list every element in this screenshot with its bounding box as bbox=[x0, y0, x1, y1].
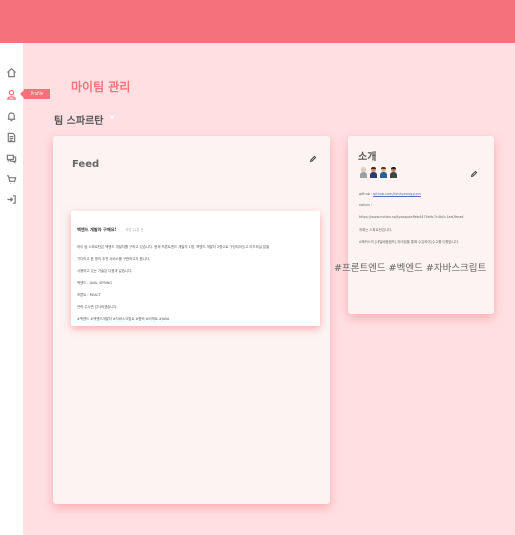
intro-card: 소개 github : github.com/kimhyeongyunn not… bbox=[348, 136, 494, 314]
post-line: 백엔드 : JAVA, SPRING bbox=[77, 281, 112, 285]
feed-label: Feed bbox=[72, 159, 100, 170]
github-line: github : github.com/kimhyeongyunn bbox=[359, 192, 421, 196]
profile-tooltip: Profile bbox=[20, 89, 50, 99]
github-link[interactable]: github.com/kimhyeongyunn bbox=[373, 192, 421, 196]
intro-title: 소개 bbox=[358, 152, 377, 163]
team-name[interactable]: 팀 스파르탄 bbox=[54, 112, 103, 127]
post-line: 하이 팀 스파르탄은 백엔드 개발자를 구하고 있습니다. 현재 프론트엔드 개… bbox=[77, 245, 270, 249]
post-header: 백엔드 개발자 구해요! 작성 12분 전 bbox=[77, 216, 143, 235]
chevron-down-icon[interactable] bbox=[110, 116, 114, 119]
post-line: 기다리고 한 명의 추천 서비스를 구현하고자 합니다. bbox=[77, 257, 151, 261]
avatar[interactable] bbox=[369, 167, 378, 178]
user-icon[interactable] bbox=[6, 89, 17, 100]
avatar[interactable] bbox=[379, 167, 388, 178]
team-hashtags: #프론트엔드 #벡엔드 #자바스크립트 bbox=[334, 263, 487, 274]
notion-link[interactable]: https://www.notion.so/tysoopaeffeb4474a9… bbox=[359, 215, 463, 219]
sidebar bbox=[0, 43, 23, 535]
chat-icon[interactable] bbox=[6, 153, 17, 164]
post-title: 백엔드 개발자 구해요! bbox=[77, 227, 117, 232]
page-title: 마이팀 관리 bbox=[71, 80, 131, 94]
home-icon[interactable] bbox=[6, 67, 17, 78]
post-line: 연락 주시면 감사하겠습니다 bbox=[77, 305, 117, 309]
intro-text: 저희는 스파르탄입니다. bbox=[359, 228, 393, 232]
intro-text: A해커스의 [내일배움캠프] 마이팀을 통해 수강하여(수고를 다했습니다. bbox=[359, 240, 460, 244]
avatar[interactable] bbox=[389, 167, 398, 178]
post-meta: 작성 12분 전 bbox=[125, 228, 144, 232]
pencil-icon[interactable] bbox=[470, 163, 478, 178]
member-avatars bbox=[359, 167, 399, 178]
post-line: 프론트 : REACT bbox=[77, 293, 101, 297]
pencil-icon[interactable] bbox=[309, 148, 317, 163]
bell-icon[interactable] bbox=[6, 111, 17, 122]
document-icon[interactable] bbox=[6, 132, 17, 143]
notion-label: notion : bbox=[359, 203, 372, 207]
github-label: github : bbox=[359, 192, 374, 196]
feed-post[interactable]: 백엔드 개발자 구해요! 작성 12분 전 하이 팀 스파르탄은 백엔드 개발자… bbox=[71, 211, 320, 326]
cart-icon[interactable] bbox=[6, 174, 17, 185]
top-bar bbox=[0, 0, 515, 43]
post-hashtags: #백엔드 #백엔드개발자 #자바스크립트 #협력 #리액트 #JAVA bbox=[77, 317, 170, 321]
logout-icon[interactable] bbox=[6, 194, 17, 205]
post-line: 사용하고 있는 기술은 다음과 같습니다. bbox=[77, 269, 133, 273]
avatar[interactable] bbox=[359, 167, 368, 178]
